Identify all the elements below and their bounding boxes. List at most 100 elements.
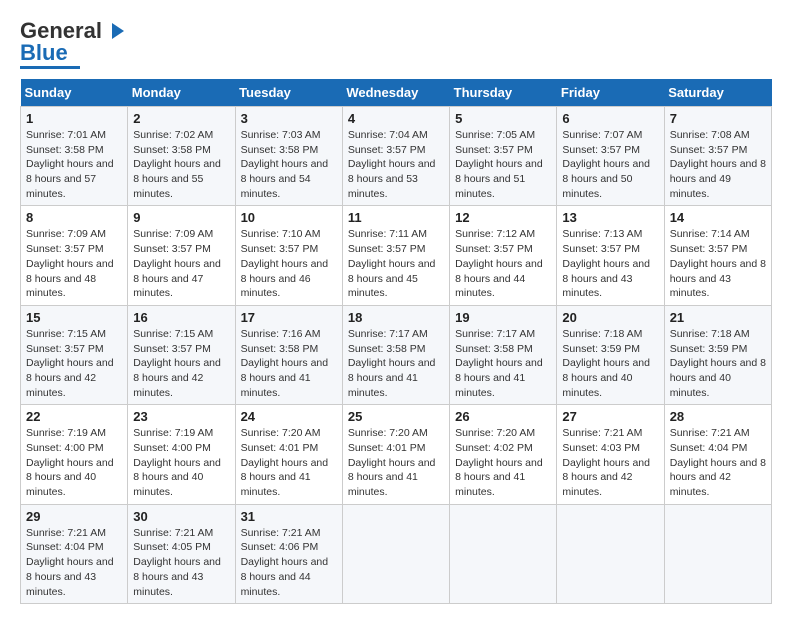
calendar-day-cell <box>450 504 557 603</box>
day-info: Sunrise: 7:14 AM Sunset: 3:57 PM Dayligh… <box>670 227 766 300</box>
logo-underline <box>20 66 80 69</box>
calendar-day-cell: 1 Sunrise: 7:01 AM Sunset: 3:58 PM Dayli… <box>21 107 128 206</box>
sunset-label: Sunset: 4:00 PM <box>133 442 211 454</box>
day-info: Sunrise: 7:17 AM Sunset: 3:58 PM Dayligh… <box>348 327 444 400</box>
day-info: Sunrise: 7:09 AM Sunset: 3:57 PM Dayligh… <box>133 227 229 300</box>
daylight-label: Daylight hours and 8 hours and 42 minute… <box>562 457 650 498</box>
daylight-label: Daylight hours and 8 hours and 48 minute… <box>26 258 114 299</box>
day-number: 31 <box>241 509 337 524</box>
daylight-label: Daylight hours and 8 hours and 41 minute… <box>348 357 436 398</box>
day-number: 15 <box>26 310 122 325</box>
daylight-label: Daylight hours and 8 hours and 40 minute… <box>133 457 221 498</box>
sunrise-label: Sunrise: 7:09 AM <box>26 228 106 240</box>
day-info: Sunrise: 7:19 AM Sunset: 4:00 PM Dayligh… <box>26 426 122 499</box>
day-number: 25 <box>348 409 444 424</box>
column-header-sunday: Sunday <box>21 79 128 107</box>
calendar-day-cell: 15 Sunrise: 7:15 AM Sunset: 3:57 PM Dayl… <box>21 305 128 404</box>
sunrise-label: Sunrise: 7:12 AM <box>455 228 535 240</box>
sunrise-label: Sunrise: 7:04 AM <box>348 129 428 141</box>
calendar-day-cell: 30 Sunrise: 7:21 AM Sunset: 4:05 PM Dayl… <box>128 504 235 603</box>
day-number: 11 <box>348 210 444 225</box>
day-info: Sunrise: 7:20 AM Sunset: 4:02 PM Dayligh… <box>455 426 551 499</box>
sunset-label: Sunset: 3:57 PM <box>348 243 426 255</box>
daylight-label: Daylight hours and 8 hours and 43 minute… <box>133 556 221 597</box>
sunset-label: Sunset: 3:58 PM <box>241 144 319 156</box>
calendar-day-cell: 21 Sunrise: 7:18 AM Sunset: 3:59 PM Dayl… <box>664 305 771 404</box>
calendar-day-cell: 11 Sunrise: 7:11 AM Sunset: 3:57 PM Dayl… <box>342 206 449 305</box>
sunset-label: Sunset: 4:04 PM <box>26 541 104 553</box>
day-number: 14 <box>670 210 766 225</box>
calendar-week-row: 22 Sunrise: 7:19 AM Sunset: 4:00 PM Dayl… <box>21 405 772 504</box>
sunset-label: Sunset: 3:57 PM <box>562 144 640 156</box>
day-number: 19 <box>455 310 551 325</box>
calendar-week-row: 15 Sunrise: 7:15 AM Sunset: 3:57 PM Dayl… <box>21 305 772 404</box>
sunrise-label: Sunrise: 7:17 AM <box>455 328 535 340</box>
day-number: 1 <box>26 111 122 126</box>
sunrise-label: Sunrise: 7:14 AM <box>670 228 750 240</box>
calendar-day-cell: 13 Sunrise: 7:13 AM Sunset: 3:57 PM Dayl… <box>557 206 664 305</box>
daylight-label: Daylight hours and 8 hours and 43 minute… <box>670 258 766 299</box>
day-info: Sunrise: 7:12 AM Sunset: 3:57 PM Dayligh… <box>455 227 551 300</box>
column-header-thursday: Thursday <box>450 79 557 107</box>
sunset-label: Sunset: 3:57 PM <box>348 144 426 156</box>
sunset-label: Sunset: 4:06 PM <box>241 541 319 553</box>
sunrise-label: Sunrise: 7:09 AM <box>133 228 213 240</box>
sunset-label: Sunset: 4:03 PM <box>562 442 640 454</box>
daylight-label: Daylight hours and 8 hours and 57 minute… <box>26 158 114 199</box>
calendar-day-cell: 10 Sunrise: 7:10 AM Sunset: 3:57 PM Dayl… <box>235 206 342 305</box>
logo-text: General <box>20 20 102 42</box>
day-info: Sunrise: 7:15 AM Sunset: 3:57 PM Dayligh… <box>133 327 229 400</box>
calendar-header-row: SundayMondayTuesdayWednesdayThursdayFrid… <box>21 79 772 107</box>
daylight-label: Daylight hours and 8 hours and 43 minute… <box>26 556 114 597</box>
day-info: Sunrise: 7:10 AM Sunset: 3:57 PM Dayligh… <box>241 227 337 300</box>
sunrise-label: Sunrise: 7:21 AM <box>26 527 106 539</box>
logo-blue-text: Blue <box>20 42 68 64</box>
calendar-day-cell: 16 Sunrise: 7:15 AM Sunset: 3:57 PM Dayl… <box>128 305 235 404</box>
sunset-label: Sunset: 3:57 PM <box>26 243 104 255</box>
calendar-day-cell: 22 Sunrise: 7:19 AM Sunset: 4:00 PM Dayl… <box>21 405 128 504</box>
calendar-day-cell: 9 Sunrise: 7:09 AM Sunset: 3:57 PM Dayli… <box>128 206 235 305</box>
day-number: 18 <box>348 310 444 325</box>
sunset-label: Sunset: 4:01 PM <box>348 442 426 454</box>
day-info: Sunrise: 7:21 AM Sunset: 4:06 PM Dayligh… <box>241 526 337 599</box>
sunset-label: Sunset: 3:57 PM <box>133 243 211 255</box>
sunrise-label: Sunrise: 7:19 AM <box>26 427 106 439</box>
day-info: Sunrise: 7:20 AM Sunset: 4:01 PM Dayligh… <box>348 426 444 499</box>
column-header-wednesday: Wednesday <box>342 79 449 107</box>
calendar-day-cell: 29 Sunrise: 7:21 AM Sunset: 4:04 PM Dayl… <box>21 504 128 603</box>
day-info: Sunrise: 7:18 AM Sunset: 3:59 PM Dayligh… <box>562 327 658 400</box>
sunset-label: Sunset: 3:58 PM <box>241 343 319 355</box>
calendar-day-cell: 24 Sunrise: 7:20 AM Sunset: 4:01 PM Dayl… <box>235 405 342 504</box>
sunset-label: Sunset: 3:58 PM <box>133 144 211 156</box>
daylight-label: Daylight hours and 8 hours and 41 minute… <box>348 457 436 498</box>
calendar-day-cell: 5 Sunrise: 7:05 AM Sunset: 3:57 PM Dayli… <box>450 107 557 206</box>
sunset-label: Sunset: 4:02 PM <box>455 442 533 454</box>
sunrise-label: Sunrise: 7:20 AM <box>348 427 428 439</box>
sunset-label: Sunset: 3:58 PM <box>348 343 426 355</box>
calendar-day-cell: 2 Sunrise: 7:02 AM Sunset: 3:58 PM Dayli… <box>128 107 235 206</box>
day-number: 10 <box>241 210 337 225</box>
calendar-day-cell: 31 Sunrise: 7:21 AM Sunset: 4:06 PM Dayl… <box>235 504 342 603</box>
sunrise-label: Sunrise: 7:01 AM <box>26 129 106 141</box>
day-info: Sunrise: 7:21 AM Sunset: 4:05 PM Dayligh… <box>133 526 229 599</box>
sunrise-label: Sunrise: 7:21 AM <box>562 427 642 439</box>
day-number: 30 <box>133 509 229 524</box>
calendar-day-cell: 12 Sunrise: 7:12 AM Sunset: 3:57 PM Dayl… <box>450 206 557 305</box>
day-info: Sunrise: 7:21 AM Sunset: 4:04 PM Dayligh… <box>26 526 122 599</box>
day-info: Sunrise: 7:16 AM Sunset: 3:58 PM Dayligh… <box>241 327 337 400</box>
logo-icon <box>104 19 126 41</box>
column-header-friday: Friday <box>557 79 664 107</box>
calendar-day-cell: 18 Sunrise: 7:17 AM Sunset: 3:58 PM Dayl… <box>342 305 449 404</box>
column-header-saturday: Saturday <box>664 79 771 107</box>
logo: General Blue <box>20 20 126 69</box>
calendar-day-cell: 3 Sunrise: 7:03 AM Sunset: 3:58 PM Dayli… <box>235 107 342 206</box>
page-header: General Blue <box>20 20 772 69</box>
day-info: Sunrise: 7:19 AM Sunset: 4:00 PM Dayligh… <box>133 426 229 499</box>
calendar-day-cell <box>664 504 771 603</box>
daylight-label: Daylight hours and 8 hours and 54 minute… <box>241 158 329 199</box>
day-number: 8 <box>26 210 122 225</box>
day-info: Sunrise: 7:21 AM Sunset: 4:03 PM Dayligh… <box>562 426 658 499</box>
calendar-day-cell <box>342 504 449 603</box>
day-info: Sunrise: 7:02 AM Sunset: 3:58 PM Dayligh… <box>133 128 229 201</box>
day-number: 6 <box>562 111 658 126</box>
